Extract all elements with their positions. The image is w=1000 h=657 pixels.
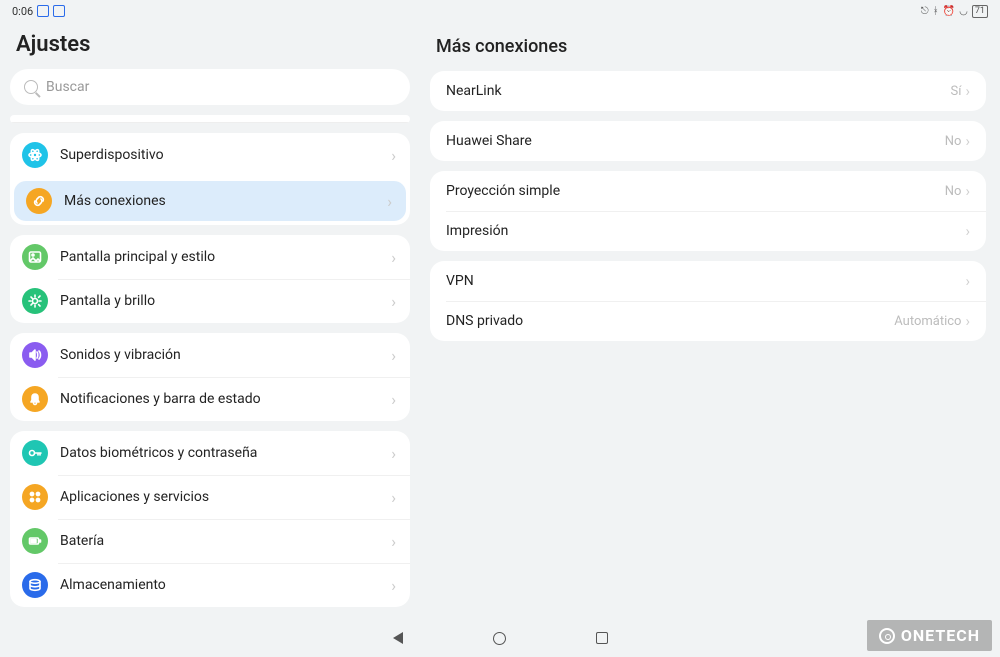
sidebar-item-label: Sonidos y vibración — [60, 347, 181, 363]
detail-item-label: Huawei Share — [446, 133, 532, 149]
detail-item-label: DNS privado — [446, 313, 523, 329]
page-title: Ajustes — [10, 26, 410, 69]
chevron-right-icon: › — [965, 222, 970, 240]
sidebar-item-mas-conexiones[interactable]: Más conexiones › — [14, 181, 406, 221]
detail-item-value: No — [945, 184, 966, 199]
status-left: 0:06 — [12, 5, 65, 18]
multitask-icon — [37, 5, 49, 17]
detail-panel: Más conexiones NearLinkSí›Huawei ShareNo… — [430, 26, 990, 619]
sidebar-item-almacenamiento[interactable]: Almacenamiento › — [10, 563, 410, 607]
detail-item-impresion[interactable]: Impresión › — [430, 211, 986, 251]
sidebar-item-label: Pantalla principal y estilo — [60, 249, 215, 265]
chevron-right-icon: › — [391, 292, 396, 311]
watermark-text: ONETECH — [901, 626, 980, 645]
detail-item-value: Automático — [894, 314, 965, 329]
chevron-right-icon: › — [391, 248, 396, 267]
sidebar-item-biometria[interactable]: Datos biométricos y contraseña › — [10, 431, 410, 475]
detail-item-label: VPN — [446, 273, 474, 289]
search-input[interactable]: Buscar — [10, 69, 410, 105]
sidebar-item-label: Superdispositivo — [60, 147, 164, 163]
sidebar-item-label: Más conexiones — [64, 193, 166, 209]
sidebar-item-pantalla-brillo[interactable]: Pantalla y brillo › — [10, 279, 410, 323]
search-placeholder: Buscar — [46, 79, 89, 95]
detail-item-proyeccion[interactable]: Proyección simple No› — [430, 171, 986, 211]
storage-icon — [22, 572, 48, 598]
sidebar-item-label: Notificaciones y barra de estado — [60, 391, 261, 407]
detail-item-vpn[interactable]: VPN › — [430, 261, 986, 301]
detail-item-huawei-share[interactable]: Huawei Share No› — [430, 121, 986, 161]
link-icon — [26, 188, 52, 214]
chevron-right-icon: › — [965, 132, 970, 150]
sidebar-item-notificaciones[interactable]: Notificaciones y barra de estado › — [10, 377, 410, 421]
nav-back-icon[interactable] — [393, 632, 403, 644]
nfc-icon: ⎋ — [921, 6, 929, 17]
chevron-right-icon: › — [391, 390, 396, 409]
sidebar-item-apps[interactable]: Aplicaciones y servicios › — [10, 475, 410, 519]
atom-icon — [22, 142, 48, 168]
battery-icon — [22, 528, 48, 554]
sidebar-item-superdispositivo[interactable]: Superdispositivo › — [10, 133, 410, 177]
sidebar-item-label: Batería — [60, 533, 104, 549]
chevron-right-icon: › — [391, 532, 396, 551]
chevron-right-icon: › — [391, 146, 396, 165]
chevron-right-icon: › — [965, 272, 970, 290]
battery-icon: 71 — [972, 5, 988, 18]
multitask-icon — [53, 5, 65, 17]
sun-icon — [22, 288, 48, 314]
chevron-right-icon: › — [965, 182, 970, 200]
alarm-icon: ⏰ — [943, 6, 955, 17]
detail-item-label: NearLink — [446, 83, 502, 99]
status-bar: 0:06 ⎋ ᚼ ⏰ ◡ 71 — [0, 0, 1000, 22]
sidebar-item-pantalla-estilo[interactable]: Pantalla principal y estilo › — [10, 235, 410, 279]
detail-title: Más conexiones — [430, 26, 986, 71]
sidebar-item-label: Datos biométricos y contraseña — [60, 445, 257, 461]
grid-icon — [22, 484, 48, 510]
watermark: ONETECH — [867, 620, 992, 651]
bluetooth-icon: ᚼ — [933, 6, 939, 17]
sidebar-item-label: Almacenamiento — [60, 577, 166, 593]
chevron-right-icon: › — [391, 444, 396, 463]
detail-item-label: Impresión — [446, 223, 508, 239]
sidebar-item-label: Aplicaciones y servicios — [60, 489, 209, 505]
chevron-right-icon: › — [391, 576, 396, 595]
status-time: 0:06 — [12, 5, 33, 18]
chevron-right-icon: › — [387, 192, 392, 211]
sidebar-item-sonidos[interactable]: Sonidos y vibración › — [10, 333, 410, 377]
chevron-right-icon: › — [965, 312, 970, 330]
key-icon — [22, 440, 48, 466]
detail-item-value: Sí — [951, 84, 966, 99]
detail-item-dns[interactable]: DNS privado Automático› — [430, 301, 986, 341]
navigation-bar — [0, 619, 1000, 657]
image-icon — [22, 244, 48, 270]
watermark-logo-icon — [879, 628, 895, 644]
wifi-icon: ◡ — [959, 6, 968, 17]
chevron-right-icon: › — [391, 346, 396, 365]
speaker-icon — [22, 342, 48, 368]
detail-item-nearlink[interactable]: NearLink Sí› — [430, 71, 986, 111]
sidebar-item-label: Pantalla y brillo — [60, 293, 155, 309]
chevron-right-icon: › — [965, 82, 970, 100]
detail-item-value: No — [945, 134, 966, 149]
detail-item-label: Proyección simple — [446, 183, 560, 199]
nav-recent-icon[interactable] — [596, 632, 608, 644]
sidebar-item-bateria[interactable]: Batería › — [10, 519, 410, 563]
status-right: ⎋ ᚼ ⏰ ◡ 71 — [921, 5, 988, 18]
chevron-right-icon: › — [391, 488, 396, 507]
nav-home-icon[interactable] — [493, 632, 506, 645]
bell-icon — [22, 386, 48, 412]
search-icon — [24, 80, 38, 94]
settings-sidebar: Ajustes Buscar Superdispositivo›Más cone… — [10, 26, 410, 619]
